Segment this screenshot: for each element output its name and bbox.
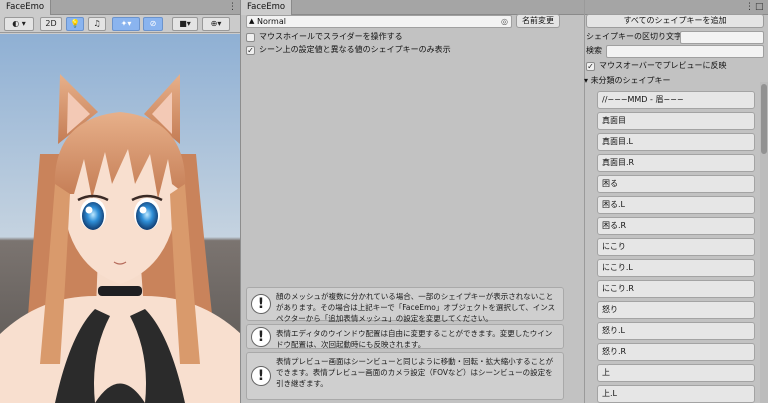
kebab-menu-icon[interactable]: ⋮ xyxy=(745,1,754,13)
lighting-toggle[interactable]: 💡 xyxy=(66,17,84,31)
scroll-wheel-label: マウスホイールでスライダーを操作する xyxy=(259,32,403,41)
help-text: 顔のメッシュが複数に分かれている場合、一部のシェイプキーが表示されないことがあり… xyxy=(276,292,556,323)
camera-dropdown[interactable]: ■▾ xyxy=(172,17,198,31)
shapekey-tabbar: ⋮ □ xyxy=(585,0,768,15)
add-all-shapekeys-button[interactable]: すべてのシェイプキーを追加 xyxy=(586,14,764,28)
info-icon: ! xyxy=(251,294,271,314)
chevron-down-icon: ▾ xyxy=(21,19,26,28)
shapekey-scrollbar[interactable] xyxy=(760,82,768,403)
avatar-preview-image xyxy=(0,34,240,403)
shapekey-button[interactable]: 怒り.R xyxy=(597,343,755,361)
search-field[interactable] xyxy=(606,45,764,58)
shapekey-button[interactable]: 真面目 xyxy=(597,112,755,130)
mode-2d-toggle[interactable]: 2D xyxy=(40,17,62,31)
shapekey-group-foldout[interactable]: ▾ 未分類のシェイプキー xyxy=(584,76,671,86)
delimiter-label: シェイプキーの区切り文字 xyxy=(586,32,682,41)
editor-tab[interactable]: FaceEmo xyxy=(241,0,293,15)
help-text: 表情プレビュー画面はシーンビューと同じように移動・回転・拡大縮小することができま… xyxy=(276,357,554,388)
gizmos-dropdown[interactable]: ⊕▾ xyxy=(202,17,230,31)
shapekey-button[interactable]: 真面目.R xyxy=(597,154,755,172)
hidden-objects-toggle[interactable]: ⊘ xyxy=(143,17,163,31)
menu-name-value: Normal xyxy=(257,17,286,26)
help-box-mesh: ! 顔のメッシュが複数に分かれている場合、一部のシェイプキーが表示されないことが… xyxy=(246,287,564,323)
triangle-down-icon: ▾ xyxy=(584,76,589,85)
expression-preview-viewport[interactable] xyxy=(0,34,240,403)
shading-mode-dropdown[interactable]: ◐ ▾ xyxy=(4,17,34,31)
delimiter-field[interactable] xyxy=(680,31,764,44)
shapekey-button[interactable]: にこり.R xyxy=(597,280,755,298)
shapekey-button[interactable]: にこり.L xyxy=(597,259,755,277)
eye-slash-icon: ⊘ xyxy=(149,19,157,28)
info-icon: ! xyxy=(251,326,271,347)
effects-dropdown[interactable]: ✦▾ xyxy=(112,17,140,31)
scene-tabbar: FaceEmo ⋮ xyxy=(0,0,240,15)
maximize-icon[interactable]: □ xyxy=(755,1,764,13)
editor-tabbar: FaceEmo xyxy=(241,0,584,15)
scene-toolbar: ◐ ▾ 2D 💡 ♫ ✦▾ ⊘ ■▾ ⊕▾ xyxy=(0,15,240,33)
help-box-window: ! 表情エディタのウインドウ配置は自由に変更することができます。変更したウインド… xyxy=(246,324,564,349)
only-changed-checkbox[interactable]: ✓ xyxy=(246,46,255,55)
shading-sphere-icon: ◐ xyxy=(12,19,20,28)
shapekey-button[interactable]: 上 xyxy=(597,364,755,382)
scene-panel: FaceEmo ⋮ ◐ ▾ 2D 💡 ♫ ✦▾ ⊘ ■▾ ⊕▾ xyxy=(0,0,241,403)
help-box-camera: ! 表情プレビュー画面はシーンビューと同じように移動・回転・拡大縮小することがで… xyxy=(246,352,564,400)
shapekey-button[interactable]: 怒り.L xyxy=(597,322,755,340)
group-label: 未分類のシェイプキー xyxy=(590,76,671,85)
lightbulb-icon: 💡 xyxy=(70,19,80,28)
scroll-wheel-checkbox[interactable] xyxy=(246,33,255,42)
target-icon[interactable]: ◎ xyxy=(501,16,508,27)
search-label: 検索 xyxy=(586,46,602,55)
audio-icon: ♫ xyxy=(93,19,101,28)
mouseover-preview-checkbox[interactable]: ✓ xyxy=(586,62,595,71)
menu-name-field[interactable]: ▲ Normal ◎ xyxy=(246,15,512,28)
rename-button[interactable]: 名前変更 xyxy=(516,14,560,28)
help-text: 表情エディタのウインドウ配置は自由に変更することができます。変更したウインドウ配… xyxy=(276,329,553,349)
shapekey-button[interactable]: にこり xyxy=(597,238,755,256)
audio-toggle[interactable]: ♫ xyxy=(88,17,106,31)
chevron-down-icon: ▾ xyxy=(217,19,222,28)
chevron-down-icon: ▾ xyxy=(127,19,132,28)
shapekey-button[interactable]: 真面目.L xyxy=(597,133,755,151)
shapekey-button[interactable]: 困る.R xyxy=(597,217,755,235)
shapekey-button[interactable]: 困る xyxy=(597,175,755,193)
only-changed-label: シーン上の設定値と異なる値のシェイプキーのみ表示 xyxy=(259,45,451,54)
kebab-menu-icon[interactable]: ⋮ xyxy=(228,1,237,13)
chevron-down-icon: ▾ xyxy=(186,19,191,28)
menu-item-icon: ▲ xyxy=(249,17,255,25)
scene-tab[interactable]: FaceEmo xyxy=(0,0,52,15)
info-icon: ! xyxy=(251,366,271,386)
shapekey-button[interactable]: 怒り xyxy=(597,301,755,319)
scrollbar-thumb[interactable] xyxy=(761,84,767,154)
shapekey-button[interactable]: 上.L xyxy=(597,385,755,403)
shapekey-button[interactable]: 困る.L xyxy=(597,196,755,214)
shapekey-button[interactable]: //−−−MMD - 眉−−− xyxy=(597,91,755,109)
camera-icon: ■ xyxy=(179,19,187,28)
mouseover-preview-label: マウスオーバーでプレビューに反映 xyxy=(599,61,727,70)
